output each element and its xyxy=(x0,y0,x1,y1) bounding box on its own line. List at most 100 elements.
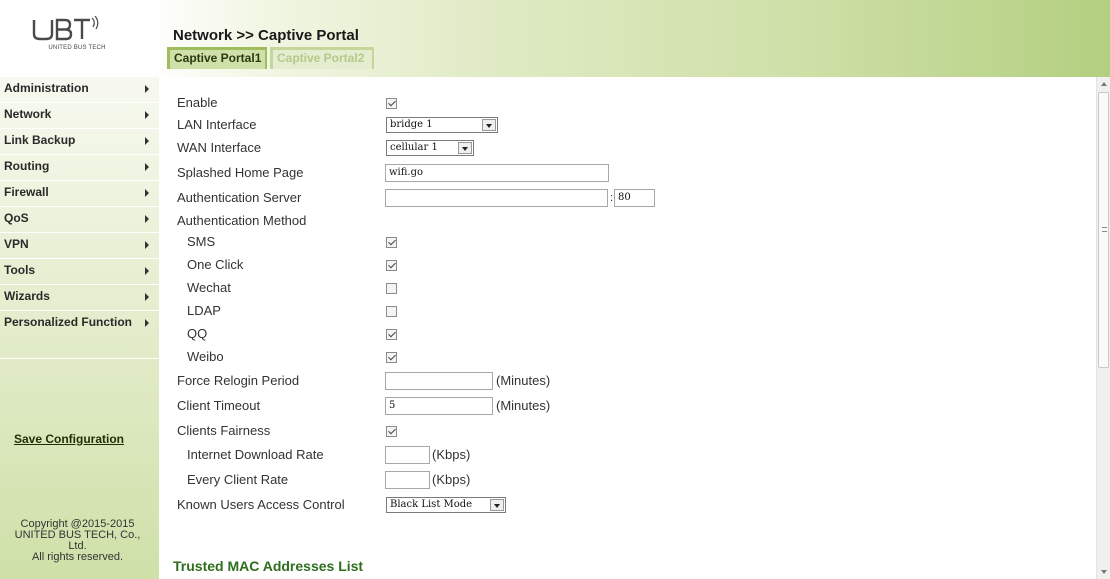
sidebar-item-label: Personalized Function xyxy=(4,315,133,329)
method-qq-label: QQ xyxy=(187,326,208,341)
captive-portal-form: Enable LAN Interface bridge 1 WAN Interf… xyxy=(159,77,1096,579)
method-weibo-checkbox[interactable] xyxy=(386,352,397,363)
sidebar-item-label: Routing xyxy=(4,159,50,173)
copyright-line: All rights reserved. xyxy=(31,551,124,563)
sidebar-item-label: QoS xyxy=(4,211,29,225)
chevron-down-icon[interactable] xyxy=(482,119,496,131)
download-rate-row: Internet Download Rate (Kbps) xyxy=(159,445,1059,467)
splash-page-row: Splashed Home Page wifi.go xyxy=(159,163,1059,185)
sidebar-item-wizards[interactable]: Wizards xyxy=(0,285,159,311)
download-rate-input[interactable] xyxy=(385,446,430,464)
force-relogin-input[interactable] xyxy=(385,372,493,390)
vertical-scrollbar[interactable] xyxy=(1096,77,1110,579)
method-sms-row: SMS xyxy=(159,232,1059,254)
method-weibo-label: Weibo xyxy=(187,349,224,364)
force-relogin-label: Force Relogin Period xyxy=(177,373,300,388)
method-weibo-row: Weibo xyxy=(159,347,1059,369)
method-wechat-label: Wechat xyxy=(187,280,231,295)
client-timeout-label: Client Timeout xyxy=(177,398,261,413)
known-users-select[interactable]: Black List Mode xyxy=(386,497,506,513)
sidebar-item-qos[interactable]: QoS xyxy=(0,207,159,233)
sidebar-item-personalized-function[interactable]: Personalized Function xyxy=(0,311,159,359)
sidebar-item-label: Wizards xyxy=(4,289,50,303)
client-timeout-input[interactable]: 5 xyxy=(385,397,493,415)
scrollbar-thumb[interactable] xyxy=(1098,92,1109,368)
scroll-up-arrow-icon[interactable] xyxy=(1097,77,1110,91)
method-sms-label: SMS xyxy=(187,234,216,249)
method-sms-checkbox[interactable] xyxy=(386,237,397,248)
wan-interface-value: cellular 1 xyxy=(390,142,438,153)
clients-fairness-label: Clients Fairness xyxy=(177,423,271,438)
chevron-right-icon xyxy=(145,85,149,93)
copyright-text: Copyright @2015-2015 UNITED BUS TECH, Co… xyxy=(0,519,155,563)
known-users-row: Known Users Access Control Black List Mo… xyxy=(159,495,1059,517)
ubt-logo-icon xyxy=(32,16,99,41)
auth-method-label: Authentication Method xyxy=(177,213,307,228)
sidebar-item-label: Link Backup xyxy=(4,133,76,147)
method-wechat-checkbox[interactable] xyxy=(386,283,397,294)
method-wechat-row: Wechat xyxy=(159,278,1059,300)
auth-server-row: Authentication Server : 80 xyxy=(159,188,1059,210)
chevron-right-icon xyxy=(145,319,149,327)
lan-interface-row: LAN Interface bridge 1 xyxy=(159,115,1059,137)
auth-server-port-input[interactable]: 80 xyxy=(614,189,655,207)
sidebar-item-link-backup[interactable]: Link Backup xyxy=(0,129,159,155)
company-name: UNITED BUS TECH xyxy=(48,45,106,51)
wan-interface-select[interactable]: cellular 1 xyxy=(386,140,474,156)
client-rate-row: Every Client Rate (Kbps) xyxy=(159,470,1059,492)
chevron-down-icon[interactable] xyxy=(490,499,504,511)
splash-page-input[interactable]: wifi.go xyxy=(385,164,609,182)
tab-captive-portal-1[interactable]: Captive Portal1 xyxy=(167,47,267,69)
known-users-value: Black List Mode xyxy=(390,499,473,510)
sidebar-item-label: Network xyxy=(4,107,52,121)
chevron-right-icon xyxy=(145,111,149,119)
method-one-click-label: One Click xyxy=(187,257,244,272)
client-timeout-row: Client Timeout 5 (Minutes) xyxy=(159,396,1059,418)
clients-fairness-row: Clients Fairness xyxy=(159,421,1059,443)
force-relogin-unit: (Minutes) xyxy=(496,373,551,388)
sidebar-item-firewall[interactable]: Firewall xyxy=(0,181,159,207)
client-timeout-unit: (Minutes) xyxy=(496,398,551,413)
method-one-click-checkbox[interactable] xyxy=(386,260,397,271)
sidebar-item-administration[interactable]: Administration xyxy=(0,77,159,103)
chevron-right-icon xyxy=(145,137,149,145)
known-users-label: Known Users Access Control xyxy=(177,497,345,512)
trusted-mac-list-title: Trusted MAC Addresses List xyxy=(173,558,364,574)
auth-server-input[interactable] xyxy=(385,189,608,207)
lan-interface-value: bridge 1 xyxy=(390,119,433,130)
client-rate-unit: (Kbps) xyxy=(432,472,471,487)
clients-fairness-checkbox[interactable] xyxy=(386,426,397,437)
sidebar-item-tools[interactable]: Tools xyxy=(0,259,159,285)
method-qq-checkbox[interactable] xyxy=(386,329,397,340)
download-rate-label: Internet Download Rate xyxy=(187,447,324,462)
tab-captive-portal-2[interactable]: Captive Portal2 xyxy=(270,47,374,69)
chevron-right-icon xyxy=(145,267,149,275)
enable-row: Enable xyxy=(159,93,1059,115)
client-rate-input[interactable] xyxy=(385,471,430,489)
method-one-click-row: One Click xyxy=(159,255,1059,277)
save-configuration-link[interactable]: Save Configuration xyxy=(14,432,124,446)
download-rate-unit: (Kbps) xyxy=(432,447,471,462)
scroll-down-arrow-icon[interactable] xyxy=(1097,565,1110,579)
client-rate-label: Every Client Rate xyxy=(187,472,289,487)
chevron-right-icon xyxy=(145,241,149,249)
chevron-down-icon[interactable] xyxy=(458,142,472,154)
chevron-right-icon xyxy=(145,189,149,197)
method-ldap-row: LDAP xyxy=(159,301,1059,323)
lan-interface-select[interactable]: bridge 1 xyxy=(386,117,498,133)
enable-label: Enable xyxy=(177,95,218,110)
method-qq-row: QQ xyxy=(159,324,1059,346)
sidebar-item-routing[interactable]: Routing xyxy=(0,155,159,181)
sidebar: Administration Network Link Backup Routi… xyxy=(0,77,159,579)
auth-method-row: Authentication Method xyxy=(159,211,1059,233)
chevron-right-icon xyxy=(145,215,149,223)
chevron-right-icon xyxy=(145,293,149,301)
enable-checkbox[interactable] xyxy=(386,98,397,109)
port-separator: : xyxy=(610,192,614,204)
method-ldap-checkbox[interactable] xyxy=(386,306,397,317)
sidebar-item-label: Administration xyxy=(4,81,89,95)
splash-page-label: Splashed Home Page xyxy=(177,165,304,180)
grip-icon xyxy=(1102,227,1107,232)
sidebar-item-vpn[interactable]: VPN xyxy=(0,233,159,259)
sidebar-item-network[interactable]: Network xyxy=(0,103,159,129)
